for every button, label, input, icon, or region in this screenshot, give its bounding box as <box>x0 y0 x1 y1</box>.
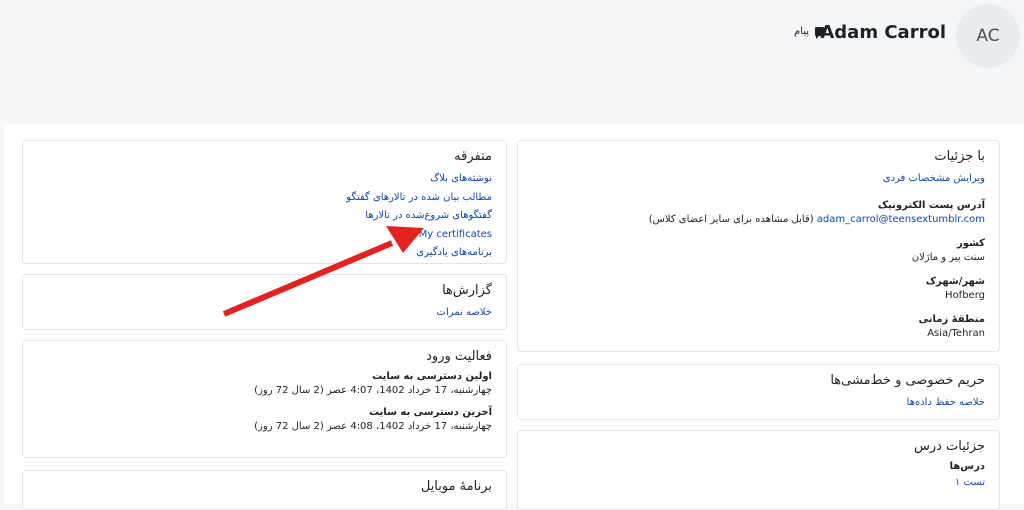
forum-discussions-link[interactable]: گفتگوهای شروع‌شده در تالارها <box>37 207 492 226</box>
message-label: پیام <box>793 26 809 37</box>
my-certificates-link[interactable]: My certificates <box>37 226 492 245</box>
reports-title: گزارش‌ها <box>442 283 492 298</box>
last-access-value: چهارشنبه، 17 خرداد 1402، 4:08 عصر (2 سال… <box>254 421 492 432</box>
country-label: کشور <box>956 237 985 249</box>
user-name: Adam Carrol <box>820 22 946 43</box>
last-access-label: آخرین دسترسی به سایت <box>368 407 492 418</box>
blog-entries-link[interactable]: نوشته‌های بلاگ <box>37 170 492 189</box>
reports-card: گزارش‌ها خلاصه نمرات <box>22 274 507 330</box>
email-label: آدرس پست الکترونیک <box>877 199 985 211</box>
profile-header: AC Adam Carrol پیام <box>0 0 1024 120</box>
message-button[interactable]: پیام <box>793 26 824 39</box>
user-details-title: با جزئیات <box>934 149 985 164</box>
avatar[interactable]: AC <box>956 4 1020 68</box>
data-retention-summary-link[interactable]: خلاصه حفظ داده‌ها <box>532 394 985 413</box>
forum-posts-link[interactable]: مطالب بیان شده در تالارهای گفتگو <box>37 189 492 208</box>
misc-title: متفرقه <box>454 149 492 164</box>
privacy-title: حریم خصوصی و خط‌مشی‌ها <box>830 373 985 388</box>
timezone-label: منطقهٔ زمانی <box>918 313 985 325</box>
country-value: سنت پیر و ماژلان <box>911 251 985 263</box>
edit-profile-link[interactable]: ویرایش مشخصات فردی <box>532 170 985 189</box>
email-visibility-note: (قابل مشاهده برای سایر اعضای کلاس) <box>648 213 814 225</box>
course-link[interactable]: تست ۱ <box>532 474 985 493</box>
course-details-title: جزئیات درس <box>913 439 985 454</box>
email-value: adam_carrol@teensextumblr.com (قابل مشاه… <box>532 213 985 227</box>
grades-overview-link[interactable]: خلاصه نمرات <box>37 304 492 323</box>
mobile-app-card: برنامهٔ موبایل <box>22 470 507 510</box>
timezone-value: Asia/Tehran <box>927 327 985 339</box>
user-details-card: با جزئیات ویرایش مشخصات فردی آدرس پست ال… <box>517 140 1000 352</box>
first-access-value: چهارشنبه، 17 خرداد 1402، 4:07 عصر (2 سال… <box>254 385 492 396</box>
courses-label: درس‌ها <box>949 461 985 472</box>
city-label: شهر/شهرک <box>925 275 985 287</box>
misc-card: متفرقه نوشته‌های بلاگ مطالب بیان شده در … <box>22 140 507 264</box>
city-value: Hofberg <box>945 289 985 301</box>
mobile-app-title: برنامهٔ موبایل <box>420 479 492 494</box>
first-access-label: اولین دسترسی به سایت <box>372 371 492 382</box>
email-link[interactable]: adam_carrol@teensextumblr.com <box>817 214 985 225</box>
learning-plans-link[interactable]: برنامه‌های یادگیری <box>37 244 492 263</box>
login-activity-card: فعالیت ورود اولین دسترسی به سایت چهارشنب… <box>22 340 507 458</box>
privacy-card: حریم خصوصی و خط‌مشی‌ها خلاصه حفظ داده‌ها <box>517 364 1000 420</box>
login-activity-title: فعالیت ورود <box>426 349 492 364</box>
message-icon <box>815 27 824 39</box>
course-details-card: جزئیات درس درس‌ها تست ۱ <box>517 430 1000 510</box>
